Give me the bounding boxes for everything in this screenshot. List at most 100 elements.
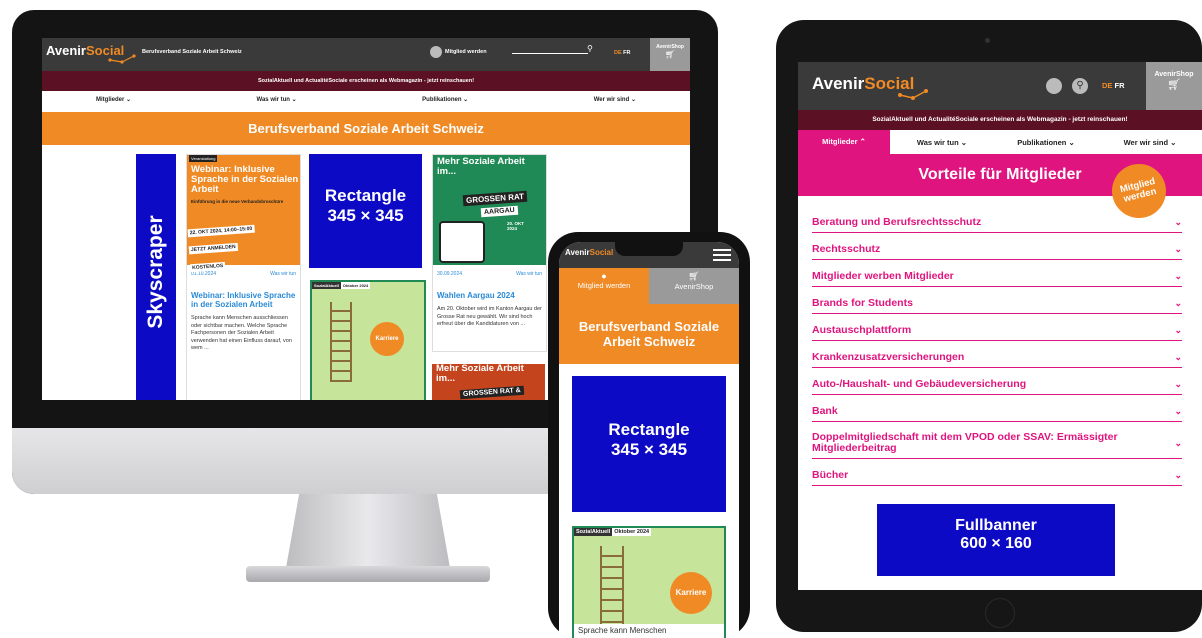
site-tagline: Berufsverband Soziale Arbeit Schweiz (142, 49, 242, 55)
member-icon[interactable] (430, 46, 442, 58)
lang-fr[interactable]: FR (623, 50, 630, 56)
notice-banner[interactable]: SozialAktuell und ActualitéSociale ersch… (798, 110, 1202, 130)
magazine-teaser: Sprache kann Menschen (574, 624, 724, 638)
ad-fullbanner[interactable]: Fullbanner 600 × 160 (877, 504, 1115, 576)
accordion-item[interactable]: Doppelmitgliedschaft mit dem VPOD oder S… (812, 428, 1182, 459)
nav-item-mitglieder[interactable]: Mitglieder ⌄ (96, 96, 131, 103)
imac-stand-foot (246, 566, 490, 582)
lang-fr[interactable]: FR (1115, 81, 1125, 90)
sticker-label: Mitglied werden (1118, 175, 1158, 205)
accordion-item[interactable]: Beratung und Berufsrechtsschutz ⌄ (812, 212, 1182, 233)
nav-label: Was wir tun (256, 97, 290, 103)
member-link[interactable]: Mitglied werden (445, 49, 487, 55)
accordion-label: Brands for Students (812, 296, 913, 309)
poster-title: Webinar: Inklusive Sprache in der Sozial… (191, 164, 299, 195)
ad-rectangle[interactable]: Rectangle 345 × 345 (309, 154, 422, 268)
magazine-card[interactable]: SozialAktuell Oktober 2024 Karriere Sprac… (572, 526, 726, 638)
member-tab[interactable]: ● Mitglied werden (559, 268, 649, 304)
ad-skyscraper-label: Skyscraper (144, 215, 167, 329)
nav-label: Publikationen (422, 97, 462, 103)
logo-text-avenir: Avenir (565, 248, 590, 257)
nav-item-publikationen[interactable]: Publikationen ⌄ (422, 96, 468, 103)
hero-title: Berufsverband Soziale Arbeit Schweiz (42, 112, 690, 145)
card-text: Sprache kann Menschen ausschliessen oder… (191, 315, 292, 351)
ad-rectangle-label: Rectangle (324, 186, 407, 205)
tablet-home-button[interactable] (985, 598, 1015, 628)
poster-date: 22. OKT 2024, 14:00–15:00 (187, 224, 255, 238)
search-input[interactable] (512, 53, 588, 54)
nav-item-mitglieder[interactable]: Mitglieder ⌃ (798, 130, 890, 154)
event-tag: Veranstaltung (189, 155, 218, 162)
ad-rectangle-size: 345 × 345 (610, 440, 688, 459)
notice-banner[interactable]: SozialAktuell und ActualitéSociale ersch… (42, 71, 690, 91)
card-title[interactable]: Webinar: Inklusive Sprache in der Sozial… (187, 283, 300, 309)
nav-item-was-wir-tun[interactable]: Was wir tun ⌄ (890, 138, 994, 147)
site-logo[interactable]: AvenirSocial (565, 248, 613, 257)
chevron-down-icon: ⌄ (1174, 351, 1182, 362)
shop-tab-label: AvenirShop (674, 282, 714, 291)
accordion-label: Bücher (812, 468, 849, 481)
article-card-third[interactable]: Mehr Soziale Arbeit im... GROSSEN RAT & (432, 364, 545, 400)
karriere-badge: Karriere (670, 572, 712, 614)
chevron-down-icon: ⌄ (1174, 324, 1182, 335)
article-card-aargau[interactable]: Mehr Soziale Arbeit im... GROSSEN RAT AA… (432, 154, 547, 352)
poster-date: 20. OKT 2024 (507, 221, 525, 231)
card-title[interactable]: Wahlen Aargau 2024 (433, 283, 546, 300)
main-nav: Mitglieder ⌃ Was wir tun ⌄ Publikationen… (798, 130, 1202, 154)
magazine-label: SozialAktuell (574, 528, 613, 536)
magazine-label: SozialAktuell (312, 282, 341, 289)
accordion-item[interactable]: Auto-/Haushalt- und Gebäudeversicherung ⌄ (812, 374, 1182, 395)
nav-item-wer-wir-sind[interactable]: Wer wir sind ⌄ (594, 96, 636, 103)
nav-label: Was wir tun (916, 137, 959, 147)
logo-text-social: Social (589, 248, 614, 257)
member-icon: ● (601, 271, 607, 281)
poster-title: Mehr Soziale Arbeit im... (436, 364, 524, 384)
accordion-item[interactable]: Bücher ⌄ (812, 465, 1182, 486)
article-card-webinar[interactable]: Veranstaltung Webinar: Inklusive Sprache… (186, 154, 301, 400)
nav-label: Publikationen (1017, 137, 1067, 147)
shop-tab[interactable]: 🛒︎ AvenirShop (649, 268, 739, 304)
ad-rectangle[interactable]: Rectangle 345 × 345 (572, 376, 726, 512)
language-switch[interactable]: DE FR (614, 50, 631, 56)
language-switch[interactable]: DE FR (1102, 81, 1125, 90)
card-category[interactable]: Was wir tun (270, 271, 296, 277)
accordion-item[interactable]: Bank ⌄ (812, 401, 1182, 422)
magazine-card[interactable]: SozialAktuell Oktober 2024 Karriere (310, 280, 426, 400)
aargau-poster: Mehr Soziale Arbeit im... GROSSEN RAT AA… (433, 155, 546, 265)
nav-item-publikationen[interactable]: Publikationen ⌄ (994, 138, 1098, 147)
chevron-down-icon: ⌄ (1174, 437, 1182, 448)
accordion-label: Rechtsschutz (812, 242, 881, 255)
accordion-label: Mitglieder werben Mitglieder (812, 269, 954, 282)
poster-free: KOSTENLOS (189, 261, 226, 273)
ad-fullbanner-size: 600 × 160 (960, 535, 1032, 552)
lang-de[interactable]: DE (614, 50, 622, 56)
nav-item-was-wir-tun[interactable]: Was wir tun ⌄ (257, 96, 297, 103)
nav-item-wer-wir-sind[interactable]: Wer wir sind ⌄ (1098, 138, 1202, 147)
accordion-item[interactable]: Austauschplattform ⌄ (812, 320, 1182, 341)
member-tab-label: Mitglied werden (577, 281, 631, 290)
nav-label: Wer wir sind (593, 97, 630, 103)
accordion-item[interactable]: Krankenzusatzversicherungen ⌄ (812, 347, 1182, 368)
poster-canton: AARGAU (480, 205, 519, 218)
accordion-item[interactable]: Brands for Students ⌄ (812, 293, 1182, 314)
hero-title-text: Berufsverband Soziale Arbeit Schweiz (578, 319, 720, 349)
hamburger-menu-icon[interactable] (713, 249, 731, 261)
shop-button[interactable]: AvenirShop 🛒︎ (1146, 62, 1202, 110)
karriere-badge: Karriere (370, 322, 404, 356)
logo-network-icon (108, 54, 136, 64)
card-category[interactable]: Was wir tun (516, 271, 542, 277)
accordion-label: Krankenzusatzversicherungen (812, 350, 965, 363)
search-icon[interactable]: ⚲ (1072, 78, 1088, 94)
card-text: Am 20. Oktober wird im Kanton Aargau der… (437, 306, 542, 327)
ad-skyscraper[interactable]: Skyscraper (136, 154, 176, 400)
chevron-down-icon: ⌄ (1174, 270, 1182, 281)
accordion-item[interactable]: Rechtsschutz ⌄ (812, 239, 1182, 260)
member-icon[interactable] (1046, 78, 1062, 94)
shop-button[interactable]: AvenirShop 🛒︎ (650, 38, 690, 72)
ad-rectangle-size: 345 × 345 (327, 206, 404, 225)
hand-icon (439, 221, 485, 263)
lang-de[interactable]: DE (1102, 81, 1112, 90)
search-icon[interactable]: ⚲ (587, 44, 593, 53)
accordion-item[interactable]: Mitglieder werben Mitglieder ⌄ (812, 266, 1182, 287)
magazine-header: SozialAktuell Oktober 2024 (574, 528, 724, 536)
